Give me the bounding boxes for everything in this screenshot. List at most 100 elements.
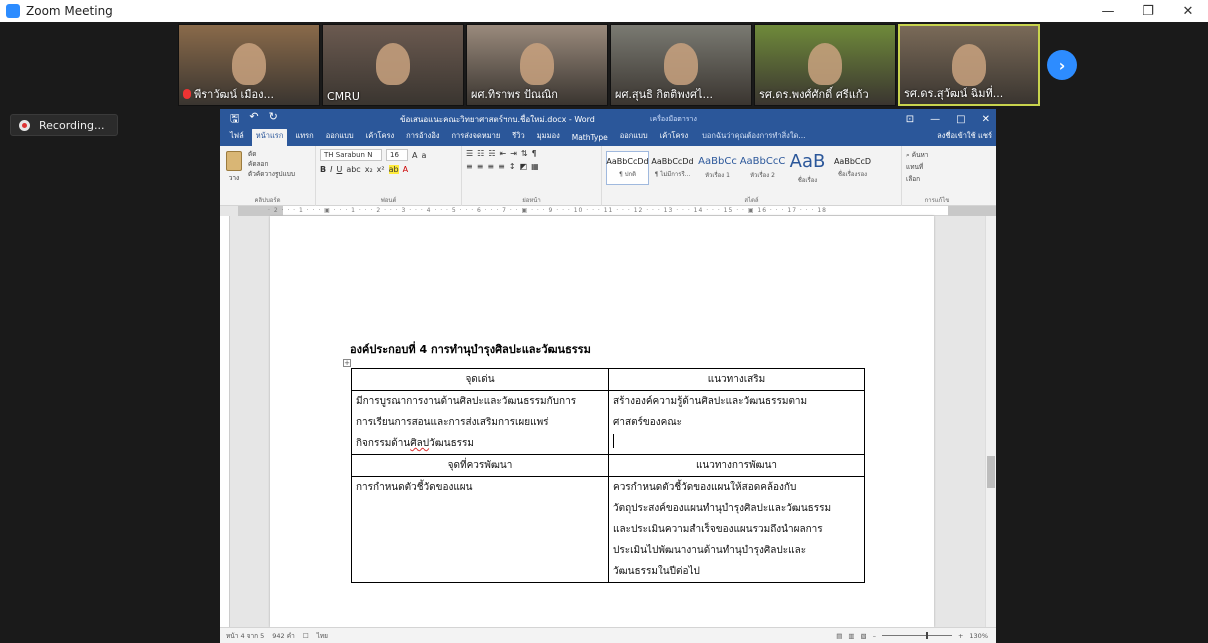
zoom-slider[interactable]	[881, 632, 952, 639]
style-option[interactable]: AaBbCcD ชื่อเรื่องรอง	[831, 151, 874, 185]
table-header-cell[interactable]: จุดที่ควรพัฒนา	[351, 454, 609, 477]
style-option[interactable]: AaBbCcDd ¶ ปกติ	[606, 151, 649, 185]
increase-indent-icon[interactable]: ⇥	[510, 149, 517, 158]
select-button[interactable]: เลือก	[906, 173, 968, 185]
subscript-icon[interactable]: x₂	[365, 165, 373, 174]
format-painter-button[interactable]: ตัวคัดวางรูปแบบ	[248, 169, 295, 179]
scrollbar-thumb[interactable]	[987, 456, 995, 488]
style-option[interactable]: AaBbCc หัวเรื่อง 1	[696, 151, 739, 185]
ribbon-tab[interactable]: เค้าโครง	[656, 128, 693, 146]
ribbon-tab[interactable]: ไฟล์	[226, 128, 248, 146]
table-cell[interactable]: ควรกำหนดตัวชี้วัดของแผนให้สอดคล้องกับ วัต…	[608, 476, 865, 583]
zoom-out-button[interactable]: –	[873, 632, 876, 640]
borders-icon[interactable]: ▦	[531, 162, 539, 171]
table-move-handle[interactable]: +	[343, 359, 351, 367]
superscript-icon[interactable]: x²	[377, 165, 385, 174]
font-color-icon[interactable]: A	[403, 165, 408, 174]
zoom-in-button[interactable]: +	[958, 632, 963, 640]
ribbon-tab[interactable]: ออกแบบ	[616, 128, 652, 146]
vertical-scrollbar[interactable]	[985, 216, 996, 627]
ribbon-tab[interactable]: MathType	[568, 131, 612, 146]
pilcrow-icon[interactable]: ¶	[532, 149, 537, 158]
participant-tile[interactable]: พีราวัฒน์ เมือง...	[178, 24, 320, 106]
web-layout-icon[interactable]: ▧	[861, 632, 867, 640]
replace-button[interactable]: แทนที่	[906, 161, 968, 173]
word-minimize-button[interactable]: —	[930, 114, 940, 125]
language-indicator[interactable]: ไทย	[317, 631, 328, 641]
copy-button[interactable]: คัดลอก	[248, 159, 295, 169]
font-name-field[interactable]: TH Sarabun N	[320, 149, 382, 161]
participant-tile[interactable]: รศ.ดร.สุวัฒน์ ฉิมที่...	[898, 24, 1040, 106]
document-page[interactable]: องค์ประกอบที่ 4 การทำนุบำรุงศิลปะและวัฒน…	[270, 216, 934, 627]
justify-icon[interactable]: ≡	[498, 162, 505, 171]
undo-icon[interactable]: ↶	[249, 110, 258, 129]
style-option[interactable]: AaBbCcC หัวเรื่อง 2	[740, 151, 786, 185]
recording-indicator[interactable]: Recording...	[10, 114, 118, 136]
ribbon-tab[interactable]: แทรก	[291, 128, 317, 146]
participant-tile[interactable]: CMRU	[322, 24, 464, 106]
decrease-indent-icon[interactable]: ⇤	[500, 149, 507, 158]
proofing-icon[interactable]: ☐	[303, 632, 309, 640]
table-cell[interactable]: การกำหนดตัวชี้วัดของแผน	[351, 476, 609, 583]
participant-tile[interactable]: ผศ.สุนธิ กิตติพงศไ...	[610, 24, 752, 106]
page-count[interactable]: หน้า 4 จาก 5	[226, 631, 264, 641]
style-option[interactable]: AaB ชื่อเรื่อง	[786, 151, 829, 185]
ribbon-tab[interactable]: การอ้างอิง	[402, 128, 443, 146]
align-left-icon[interactable]: ≡	[466, 162, 473, 171]
bold-icon[interactable]: B	[320, 165, 326, 174]
paste-icon[interactable]	[226, 151, 242, 171]
ribbon-tab[interactable]: มุมมอง	[533, 128, 564, 146]
bullets-icon[interactable]: ☰	[466, 149, 473, 158]
ribbon-tab[interactable]: หน้าแรก	[251, 128, 288, 146]
participant-tile[interactable]: ผศ.ทิราพร ปัณณิก	[466, 24, 608, 106]
multilevel-list-icon[interactable]: ☵	[488, 149, 495, 158]
word-close-button[interactable]: ✕	[982, 114, 990, 125]
ribbon-tab[interactable]: ออกแบบ	[322, 128, 358, 146]
line-spacing-icon[interactable]: ↕	[509, 162, 516, 171]
align-right-icon[interactable]: ≡	[487, 162, 494, 171]
grow-font-icon[interactable]: A	[412, 151, 417, 160]
next-page-button[interactable]: ›	[1047, 50, 1077, 80]
style-option[interactable]: AaBbCcDd ¶ ไม่มีการรี...	[651, 151, 694, 185]
ribbon-tab[interactable]: รีวิว	[508, 128, 528, 146]
italic-icon[interactable]: I	[330, 165, 332, 174]
table-cell[interactable]: มีการบูรณาการงานด้านศิลปะและวัฒนธรรมกับก…	[351, 390, 609, 455]
strikethrough-icon[interactable]: abc	[346, 165, 360, 174]
highlight-icon[interactable]: ab	[388, 165, 399, 174]
redo-icon[interactable]: ↻	[269, 110, 278, 129]
vertical-ruler[interactable]	[220, 216, 230, 627]
tell-me-search[interactable]: บอกฉันว่าคุณต้องการทำสิ่งใด...	[698, 128, 809, 146]
share-button[interactable]: ลงชื่อเข้าใช้ แชร์	[933, 128, 996, 146]
style-name: ¶ ปกติ	[618, 171, 637, 178]
cut-button[interactable]: ตัด	[248, 149, 295, 159]
table-cell[interactable]: สร้างองค์ความรู้ด้านศิลปะและวัฒนธรรมตาม …	[608, 390, 865, 455]
ribbon-tab[interactable]: การส่งจดหมาย	[448, 128, 505, 146]
table-tools-label: เครื่องมือตาราง	[650, 114, 697, 123]
participant-tile[interactable]: รศ.ดร.พงศ์ศักดิ์ ศรีแก้ว	[754, 24, 896, 106]
underline-icon[interactable]: U	[336, 165, 342, 174]
cell-text: กิจกรรมด้าน	[356, 438, 411, 449]
font-size-field[interactable]: 16	[386, 149, 408, 161]
horizontal-ruler[interactable]: · 2 · · · 1 · · · ▣ · · · 1 · · · 2 · · …	[238, 206, 996, 216]
ribbon-tab[interactable]: เค้าโครง	[362, 128, 399, 146]
find-button[interactable]: ⌕ ค้นหา	[906, 149, 968, 161]
numbering-icon[interactable]: ☷	[477, 149, 484, 158]
save-icon[interactable]: 🖫	[230, 110, 239, 129]
close-button[interactable]: ✕	[1168, 0, 1208, 22]
ribbon-display-icon[interactable]: ⊡	[906, 114, 914, 125]
table-header-cell[interactable]: แนวทางการพัฒนา	[608, 454, 865, 477]
table-header-cell[interactable]: จุดเด่น	[351, 368, 609, 391]
sort-icon[interactable]: ⇅	[521, 149, 528, 158]
shrink-font-icon[interactable]: a	[421, 151, 426, 160]
print-layout-icon[interactable]: ▥	[848, 632, 854, 640]
read-mode-icon[interactable]: ▤	[836, 632, 842, 640]
table-header-cell[interactable]: แนวทางเสริม	[608, 368, 865, 391]
word-maximize-button[interactable]: □	[956, 114, 965, 125]
recording-label: Recording...	[39, 118, 105, 132]
word-count[interactable]: 942 คำ	[272, 631, 294, 641]
minimize-button[interactable]: —	[1088, 0, 1128, 22]
restore-button[interactable]: ❐	[1128, 0, 1168, 22]
shading-icon[interactable]: ◩	[520, 162, 528, 171]
zoom-level[interactable]: 130%	[969, 632, 988, 640]
align-center-icon[interactable]: ≡	[477, 162, 484, 171]
